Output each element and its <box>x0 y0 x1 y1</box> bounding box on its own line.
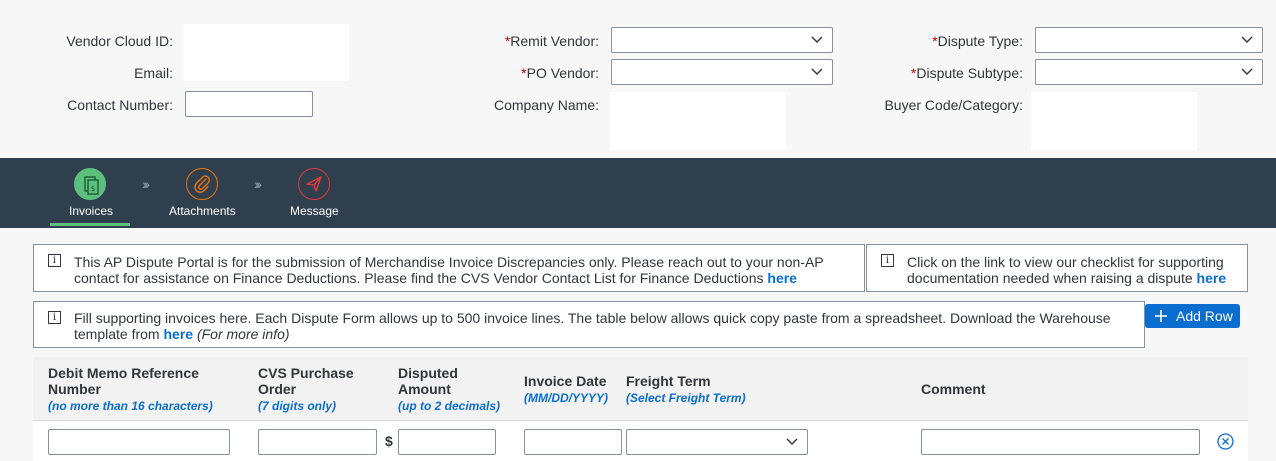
portal-info-text: This AP Dispute Portal is for the submis… <box>74 254 824 286</box>
column-hint: (MM/DD/YYYY) <box>524 391 608 405</box>
dispute-subtype-select[interactable] <box>1035 59 1263 85</box>
chevron-down-icon <box>1241 68 1253 75</box>
column-header: Freight Term (Select Freight Term) <box>626 373 776 406</box>
step-label[interactable]: Invoices <box>69 204 113 218</box>
info-icon: i <box>881 254 894 267</box>
vendor-cloud-id-value <box>183 24 349 81</box>
buyer-code-value <box>1031 92 1197 150</box>
warehouse-template-link[interactable]: here <box>163 326 193 342</box>
paper-plane-icon[interactable] <box>298 168 330 200</box>
active-step-indicator <box>50 223 130 226</box>
add-row-button[interactable]: Add Row <box>1145 304 1240 328</box>
chevron-separator-icon: ››› <box>142 176 150 192</box>
svg-text:$: $ <box>91 185 95 193</box>
checklist-info-strip: i Click on the link to view our checklis… <box>866 244 1248 292</box>
contact-number-input[interactable] <box>185 91 313 117</box>
step-label[interactable]: Message <box>290 204 339 218</box>
chevron-down-icon <box>1241 36 1253 43</box>
company-name-value <box>610 92 786 150</box>
dispute-type-select[interactable] <box>1035 27 1263 53</box>
more-info-text: (For more info) <box>196 326 290 342</box>
invoice-date-input[interactable] <box>524 429 622 455</box>
dispute-type-label-text: Dispute Type: <box>937 33 1023 49</box>
process-steps-bar: $ Invoices ››› Attachments ››› Message <box>0 158 1276 228</box>
column-hint: (Select Freight Term) <box>626 391 746 405</box>
po-vendor-label: *PO Vendor: <box>521 65 599 81</box>
dispute-subtype-label: *Dispute Subtype: <box>911 65 1023 81</box>
column-hint: (no more than 16 characters) <box>48 399 213 413</box>
buyer-code-label: Buyer Code/Category: <box>884 97 1023 113</box>
plus-icon <box>1155 310 1167 322</box>
table-row: $ <box>33 421 1248 461</box>
remit-vendor-select[interactable] <box>611 27 833 53</box>
remit-vendor-label-text: Remit Vendor: <box>510 33 599 49</box>
column-title: Comment <box>921 381 986 397</box>
po-vendor-label-text: PO Vendor: <box>526 65 599 81</box>
column-title: Invoice Date <box>524 373 607 389</box>
column-title: Debit Memo Reference Number <box>48 365 199 397</box>
remit-vendor-label: *Remit Vendor: <box>505 33 599 49</box>
chevron-down-icon <box>811 36 823 43</box>
chevron-down-icon <box>811 68 823 75</box>
portal-info-strip: i This AP Dispute Portal is for the subm… <box>33 244 865 292</box>
company-name-label: Company Name: <box>493 97 599 113</box>
column-header: Invoice Date (MM/DD/YYYY) <box>524 373 624 406</box>
currency-symbol: $ <box>385 433 393 449</box>
disputed-amount-input[interactable] <box>398 429 496 455</box>
paperclip-icon[interactable] <box>186 168 218 200</box>
info-icon: i <box>48 254 61 267</box>
email-label: Email: <box>134 65 173 81</box>
chevron-separator-icon: ››› <box>254 176 262 192</box>
column-hint: (up to 2 decimals) <box>398 399 501 413</box>
invoice-icon[interactable]: $ <box>74 168 106 200</box>
dispute-subtype-label-text: Dispute Subtype: <box>916 65 1023 81</box>
purchase-order-input[interactable] <box>258 429 377 455</box>
freight-term-select[interactable] <box>626 429 808 455</box>
column-header: Comment <box>921 381 1041 397</box>
column-title: Freight Term <box>626 373 711 389</box>
fill-invoices-info-strip: i Fill supporting invoices here. Each Di… <box>33 301 1145 348</box>
dispute-type-label: *Dispute Type: <box>932 33 1023 49</box>
column-hint: (7 digits only) <box>258 399 336 413</box>
add-row-label: Add Row <box>1176 308 1233 324</box>
info-icon: i <box>48 311 61 324</box>
invoice-table-header: Debit Memo Reference Number (no more than… <box>33 357 1248 421</box>
column-header: Disputed Amount (up to 2 decimals) <box>398 365 513 414</box>
contact-number-label: Contact Number: <box>67 97 173 113</box>
column-header: CVS Purchase Order (7 digits only) <box>258 365 368 414</box>
debit-memo-input[interactable] <box>48 429 230 455</box>
column-header: Debit Memo Reference Number (no more than… <box>48 365 243 414</box>
step-label[interactable]: Attachments <box>169 204 236 218</box>
chevron-down-icon <box>786 438 798 445</box>
vendor-cloud-id-label: Vendor Cloud ID: <box>66 33 173 49</box>
checklist-info-text: Click on the link to view our checklist … <box>907 254 1224 286</box>
po-vendor-select[interactable] <box>611 59 833 85</box>
checklist-link[interactable]: here <box>1197 270 1227 286</box>
column-title: Disputed Amount <box>398 365 458 397</box>
contact-list-link[interactable]: here <box>767 270 797 286</box>
delete-row-icon[interactable] <box>1217 433 1234 450</box>
comment-input[interactable] <box>921 429 1200 455</box>
column-title: CVS Purchase Order <box>258 365 354 397</box>
